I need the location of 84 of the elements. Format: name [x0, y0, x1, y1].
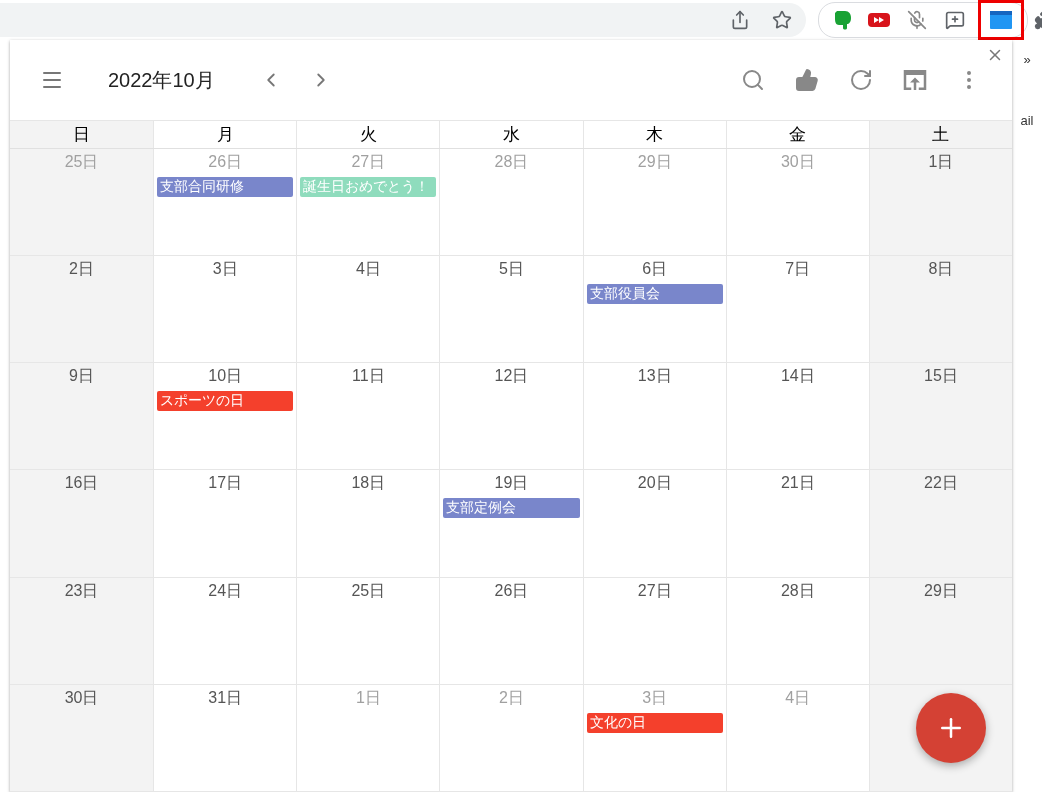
day-cell[interactable]: 17日 — [153, 470, 297, 578]
date-label: 3日 — [642, 687, 668, 708]
date-label: 20日 — [637, 473, 672, 494]
muted-microphone-icon[interactable] — [905, 8, 929, 32]
day-cell[interactable]: 4日 — [296, 256, 440, 364]
day-cell[interactable]: 31日 — [153, 684, 297, 792]
date-label: 23日 — [64, 580, 99, 601]
date-label: 10日 — [208, 366, 243, 387]
day-cell[interactable]: 9日 — [10, 363, 154, 471]
day-cell[interactable]: 23日 — [10, 577, 154, 685]
date-label: 30日 — [780, 152, 815, 172]
day-cell[interactable]: 14日 — [725, 363, 869, 471]
date-label: 29日 — [637, 152, 672, 172]
date-label: 31日 — [208, 687, 243, 708]
date-label: 28日 — [494, 152, 529, 172]
date-label: 2日 — [499, 687, 524, 708]
day-cell[interactable]: 11日 — [296, 363, 440, 471]
day-cell[interactable]: 18日 — [296, 470, 440, 578]
date-label: 21日 — [780, 473, 815, 494]
day-cell[interactable]: 6日 支部役員会 — [582, 256, 726, 364]
date-label: 25日 — [64, 152, 99, 172]
day-cell[interactable]: 30日 — [10, 684, 154, 792]
calendar-window-icon[interactable] — [989, 9, 1013, 31]
weekday-header: 日 — [10, 121, 154, 148]
date-label: 16日 — [64, 473, 99, 494]
date-label: 13日 — [637, 366, 672, 387]
day-cell[interactable]: 10日 スポーツの日 — [153, 363, 297, 471]
day-cell[interactable]: 20日 — [582, 470, 726, 578]
date-label: 26日 — [208, 152, 243, 172]
date-label: 5日 — [499, 259, 524, 280]
date-label: 22日 — [924, 473, 958, 494]
date-label: 12日 — [494, 366, 529, 387]
event-chip[interactable]: スポーツの日 — [157, 391, 294, 412]
day-cell[interactable]: 28日 — [725, 577, 869, 685]
date-label: 15日 — [924, 366, 958, 387]
date-label: 28日 — [780, 580, 815, 601]
day-cell[interactable]: 8日 — [868, 256, 1012, 364]
day-cell[interactable]: 3日 文化の日 — [582, 684, 726, 792]
date-label: 11日 — [352, 366, 385, 387]
day-cell[interactable]: 15日 — [868, 363, 1012, 471]
day-cell[interactable]: 25日 — [296, 577, 440, 685]
date-label: 26日 — [494, 580, 529, 601]
date-label: 7日 — [785, 259, 811, 280]
day-cell[interactable]: 22日 — [868, 470, 1012, 578]
day-cell[interactable]: 19日 支部定例会 — [439, 470, 583, 578]
date-label: 17日 — [208, 473, 243, 494]
date-label: 27日 — [637, 580, 672, 601]
video-icon[interactable] — [867, 11, 891, 29]
date-label: 2日 — [69, 259, 94, 280]
date-label: 18日 — [351, 473, 386, 494]
date-label: 4日 — [355, 259, 381, 280]
day-cell[interactable]: 3日 — [153, 256, 297, 364]
day-cell[interactable]: 7日 — [725, 256, 869, 364]
date-label: 30日 — [64, 687, 99, 708]
date-label: 27日 — [351, 152, 386, 172]
date-label: 1日 — [928, 152, 954, 172]
date-label: 6日 — [642, 259, 668, 280]
weekday-header: 土 — [868, 121, 1012, 148]
month-title: 2022年10月 — [108, 67, 215, 93]
date-label: 25日 — [351, 580, 386, 601]
date-label: 29日 — [924, 580, 958, 601]
event-chip[interactable]: 文化の日 — [586, 712, 723, 733]
date-label: 24日 — [208, 580, 243, 601]
date-label: 4日 — [785, 687, 811, 708]
day-cell[interactable]: 2日 — [10, 256, 154, 364]
date-label: 19日 — [494, 473, 529, 494]
day-cell[interactable]: 27日 — [582, 577, 726, 685]
calendar-extension-button[interactable] — [981, 3, 1021, 37]
day-cell[interactable]: 13日 — [582, 363, 726, 471]
day-cell[interactable]: 16日 — [10, 470, 154, 578]
date-label: 9日 — [69, 366, 94, 387]
day-cell[interactable]: 12日 — [439, 363, 583, 471]
day-cell[interactable]: 1日 — [868, 149, 1012, 257]
page-text: » — [1023, 52, 1031, 67]
date-label: 14日 — [780, 366, 815, 387]
day-cell[interactable]: 24日 — [153, 577, 297, 685]
day-cell[interactable]: 5日 — [439, 256, 583, 364]
date-label: 3日 — [212, 259, 238, 280]
day-cell[interactable]: 26日 — [439, 577, 583, 685]
date-label: 8日 — [928, 259, 954, 280]
day-cell[interactable]: 29日 — [868, 577, 1012, 685]
day-cell[interactable]: 21日 — [725, 470, 869, 578]
page-text: ail — [1020, 113, 1034, 128]
date-label: 1日 — [355, 687, 381, 708]
